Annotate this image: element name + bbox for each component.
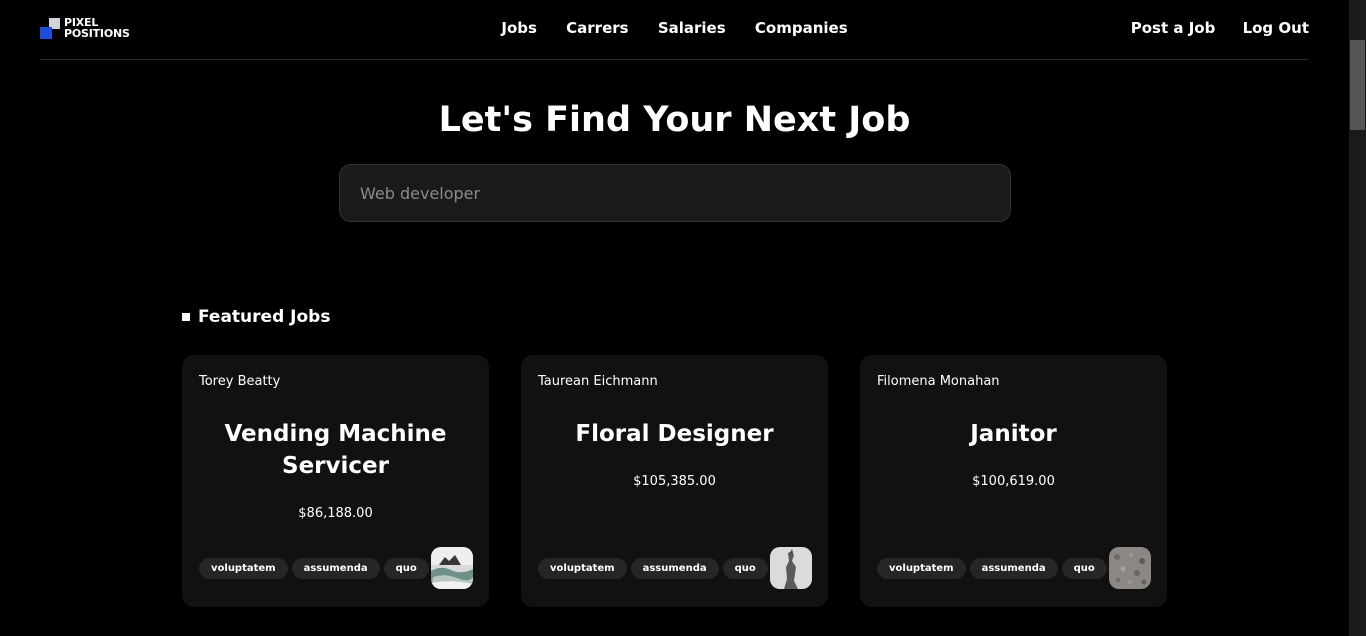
job-tag[interactable]: assumenda [630, 558, 719, 579]
square-bullet-icon [182, 313, 190, 321]
nav-jobs[interactable]: Jobs [501, 19, 537, 37]
job-tags: voluptatem assumenda quo [199, 558, 429, 579]
job-tag[interactable]: voluptatem [877, 558, 966, 579]
pebbles-image-icon [1109, 547, 1151, 589]
job-tags: voluptatem assumenda quo [877, 558, 1107, 579]
job-employer: Torey Beatty [199, 374, 281, 389]
job-employer: Taurean Eichmann [538, 374, 658, 389]
site-header: PIXEL POSITIONS Jobs Carrers Salaries Co… [40, 0, 1309, 60]
job-salary: $100,619.00 [972, 474, 1055, 489]
job-tag[interactable]: voluptatem [538, 558, 627, 579]
job-title[interactable]: Vending Machine Servicer [202, 418, 469, 482]
job-tag[interactable]: assumenda [969, 558, 1058, 579]
page-title: Let's Find Your Next Job [438, 100, 911, 140]
page-scrollbar[interactable] [1349, 0, 1366, 636]
job-card[interactable]: Taurean Eichmann Floral Designer $105,38… [521, 355, 828, 607]
logout-link[interactable]: Log Out [1243, 19, 1309, 37]
job-title[interactable]: Floral Designer [541, 418, 808, 450]
job-card[interactable]: Torey Beatty Vending Machine Servicer $8… [182, 355, 489, 607]
user-nav: Post a Job Log Out [1109, 19, 1309, 37]
page: PIXEL POSITIONS Jobs Carrers Salaries Co… [0, 0, 1366, 636]
job-search-input[interactable] [339, 164, 1011, 222]
job-salary: $105,385.00 [633, 474, 716, 489]
job-title[interactable]: Janitor [880, 418, 1147, 450]
job-employer: Filomena Monahan [877, 374, 1000, 389]
beach-rocks-image-icon [431, 547, 473, 589]
job-tag[interactable]: quo [722, 558, 768, 579]
nav-carrers[interactable]: Carrers [566, 19, 628, 37]
job-salary: $86,188.00 [298, 506, 373, 521]
job-tag[interactable]: quo [383, 558, 429, 579]
featured-jobs-heading: Featured Jobs [182, 307, 330, 327]
nav-companies[interactable]: Companies [755, 19, 848, 37]
job-tag[interactable]: voluptatem [199, 558, 288, 579]
statue-image-icon [770, 547, 812, 589]
job-card[interactable]: Filomena Monahan Janitor $100,619.00 vol… [860, 355, 1167, 607]
post-job-link[interactable]: Post a Job [1131, 19, 1216, 37]
scrollbar-thumb[interactable] [1350, 40, 1365, 130]
job-tags: voluptatem assumenda quo [538, 558, 768, 579]
featured-jobs-heading-text: Featured Jobs [198, 307, 331, 327]
job-tag[interactable]: assumenda [291, 558, 380, 579]
job-tag[interactable]: quo [1061, 558, 1107, 579]
nav-salaries[interactable]: Salaries [658, 19, 726, 37]
